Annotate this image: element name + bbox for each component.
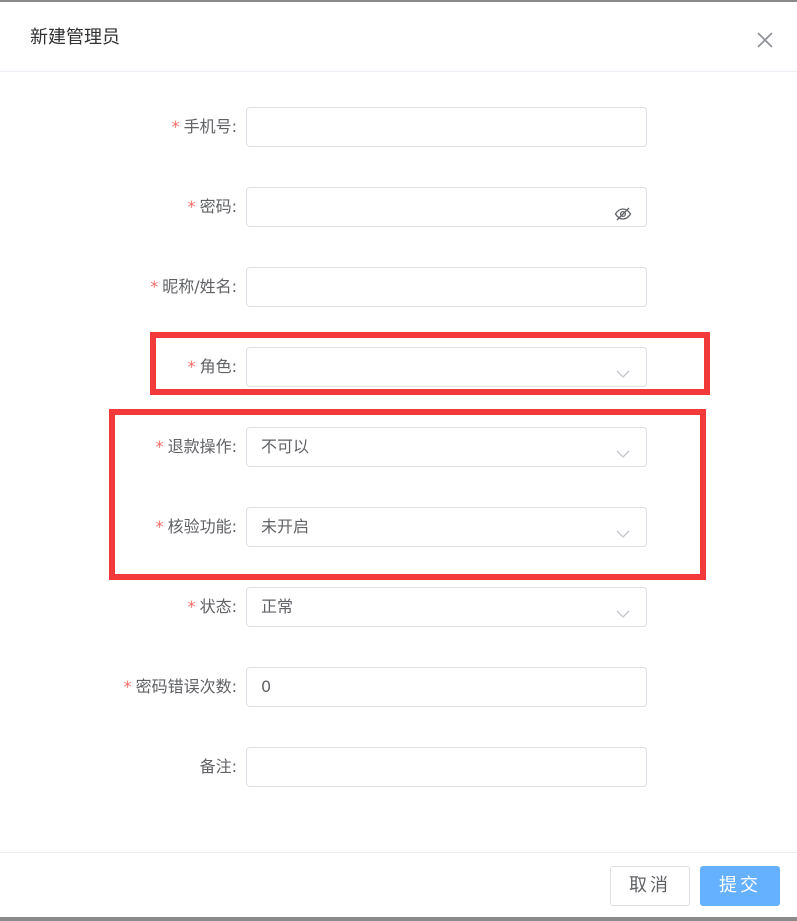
- field-label-text: 手机号:: [183, 117, 237, 136]
- password-errors-value: 0: [261, 677, 272, 696]
- refund-select[interactable]: 不可以: [246, 427, 647, 467]
- form-row-phone: * 手机号:: [0, 107, 797, 147]
- field-label-text: 昵称/姓名:: [162, 277, 237, 296]
- chevron-down-icon: [614, 519, 632, 538]
- form-row-status: * 状态: 正常: [0, 587, 797, 627]
- status-select[interactable]: 正常: [246, 587, 647, 627]
- field-label-role: * 角色:: [188, 347, 237, 387]
- field-label-text: 退款操作:: [167, 437, 237, 456]
- form-row-password-errors: * 密码错误次数: 0: [0, 667, 797, 707]
- required-star: *: [155, 517, 164, 536]
- form-row-verify: * 核验功能: 未开启: [0, 507, 797, 547]
- form-row-role: * 角色:: [0, 347, 797, 387]
- field-label-text: 密码错误次数:: [135, 677, 237, 696]
- nickname-input[interactable]: [246, 267, 647, 307]
- field-label-verify: * 核验功能:: [156, 507, 237, 547]
- form-row-nickname: * 昵称/姓名:: [0, 267, 797, 307]
- form-row-remark: 备注:: [0, 747, 797, 787]
- field-label-refund: * 退款操作:: [156, 427, 237, 467]
- cancel-button[interactable]: 取消: [610, 866, 690, 906]
- field-label-password: * 密码:: [188, 187, 237, 227]
- new-admin-dialog: 新建管理员 * 手机号: * 密码: * 昵称/姓名: * 角色: * 退款操作…: [0, 0, 797, 921]
- field-label-remark: 备注:: [200, 747, 237, 787]
- field-label-text: 状态:: [199, 597, 237, 616]
- verify-select-value: 未开启: [261, 517, 310, 536]
- chevron-down-icon: [614, 439, 632, 458]
- chevron-down-icon: [614, 359, 632, 378]
- required-star: *: [123, 677, 132, 696]
- required-star: *: [150, 277, 159, 296]
- required-star: *: [187, 597, 196, 616]
- password-input[interactable]: [246, 187, 647, 227]
- refund-select-value: 不可以: [261, 437, 310, 456]
- field-label-text: 核验功能:: [167, 517, 237, 536]
- verify-select[interactable]: 未开启: [246, 507, 647, 547]
- dialog-header: 新建管理员: [0, 2, 797, 72]
- dialog-footer: 取消 提交: [0, 852, 797, 920]
- phone-input[interactable]: [246, 107, 647, 147]
- dialog-title: 新建管理员: [30, 27, 120, 48]
- field-label-text: 备注:: [199, 757, 237, 776]
- field-label-text: 密码:: [199, 197, 237, 216]
- status-select-value: 正常: [261, 597, 294, 616]
- required-star: *: [155, 437, 164, 456]
- field-label-password-errors: * 密码错误次数:: [124, 667, 237, 707]
- submit-button[interactable]: 提交: [700, 866, 780, 906]
- role-select[interactable]: [246, 347, 647, 387]
- field-label-status: * 状态:: [188, 587, 237, 627]
- form-row-password: * 密码:: [0, 187, 797, 227]
- password-errors-input[interactable]: 0: [246, 667, 647, 707]
- field-label-phone: * 手机号:: [172, 107, 237, 147]
- required-star: *: [171, 117, 180, 136]
- eye-off-icon[interactable]: [614, 199, 632, 221]
- close-icon[interactable]: [755, 30, 775, 50]
- required-star: *: [187, 197, 196, 216]
- required-star: *: [187, 357, 196, 376]
- chevron-down-icon: [614, 599, 632, 618]
- form-row-refund: * 退款操作: 不可以: [0, 427, 797, 467]
- field-label-text: 角色:: [199, 357, 237, 376]
- field-label-nickname: * 昵称/姓名:: [150, 267, 237, 307]
- remark-input[interactable]: [246, 747, 647, 787]
